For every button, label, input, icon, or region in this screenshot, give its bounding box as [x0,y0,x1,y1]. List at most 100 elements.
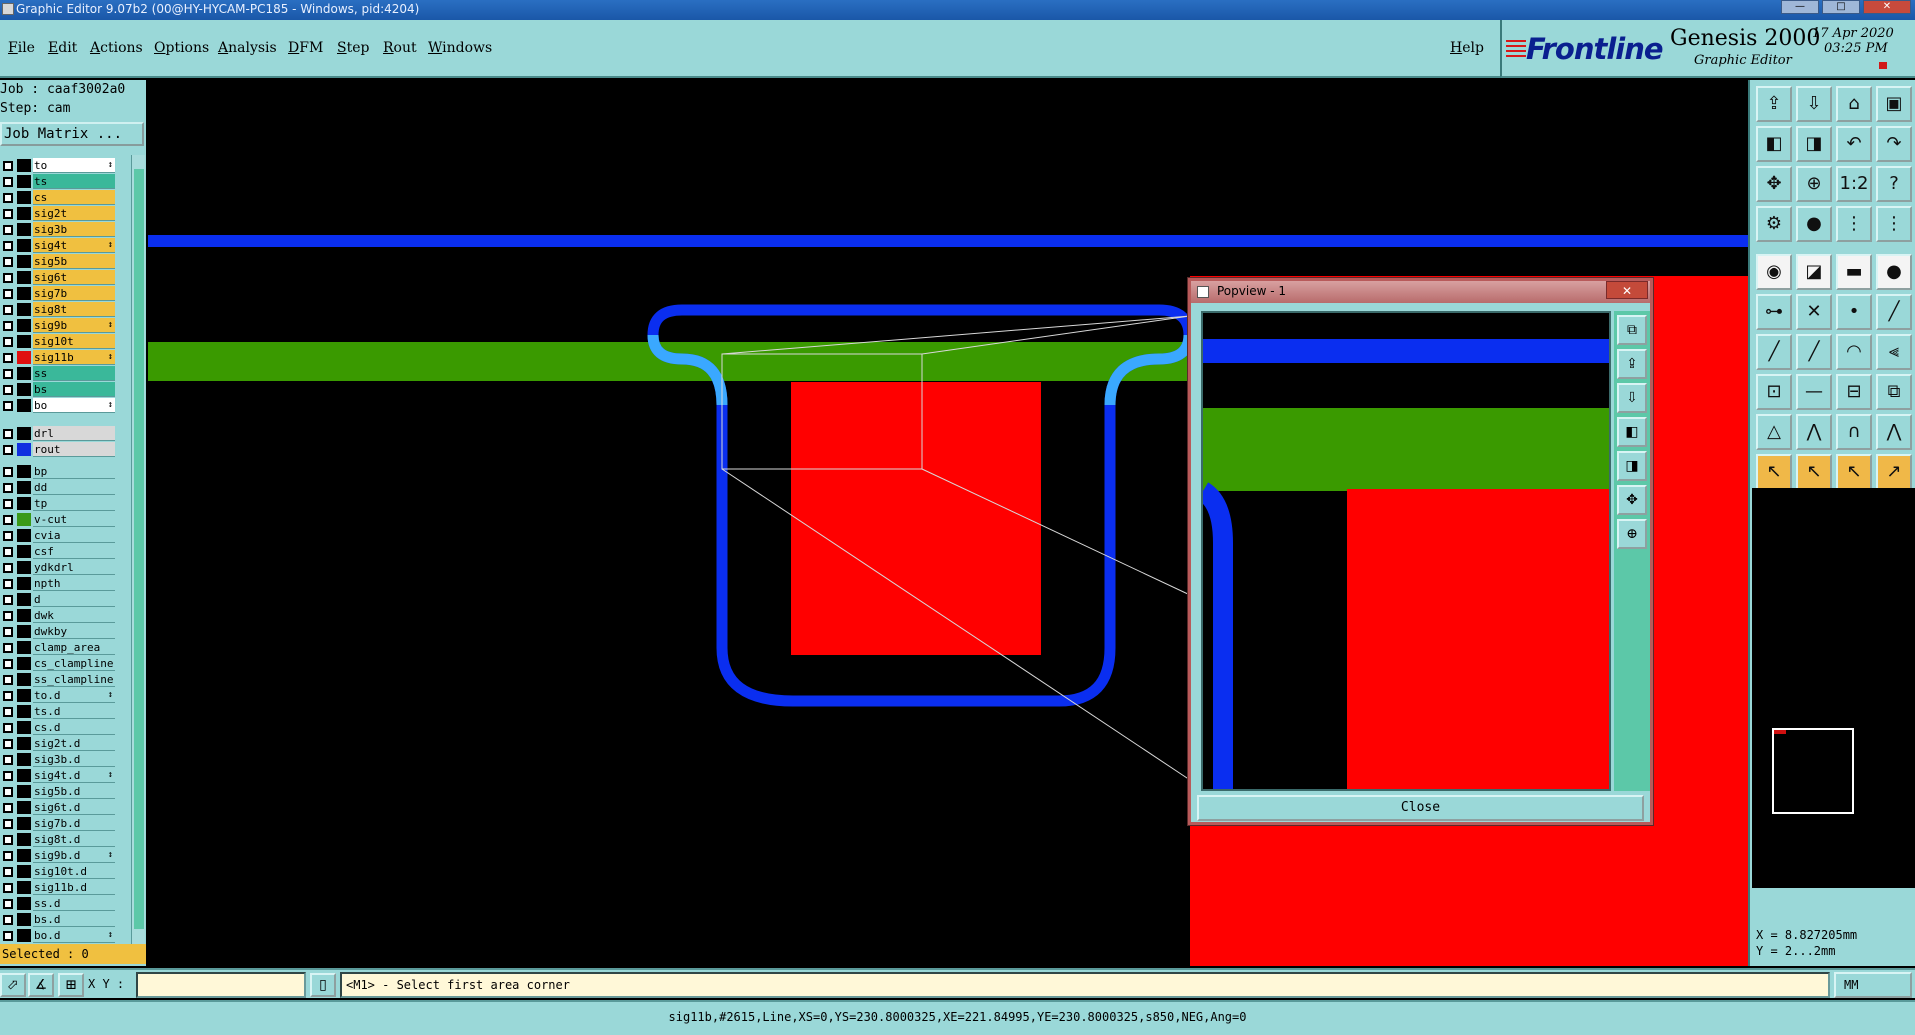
layer-checkbox[interactable] [3,321,13,331]
left-icon[interactable]: ◧ [1756,126,1792,162]
text-icon[interactable]: ⫷ [1876,334,1912,370]
layer-checkbox[interactable] [3,385,13,395]
layer-row-sig6t[interactable]: sig6t [0,270,130,285]
layer-row-sig3b[interactable]: sig3b [0,222,130,237]
layer-row-bs-d[interactable]: bs.d [0,912,130,927]
layer-checkbox[interactable] [3,515,13,525]
layer-checkbox[interactable] [3,161,13,171]
grid-icon[interactable]: ⋮ [1836,206,1872,242]
layer-checkbox[interactable] [3,819,13,829]
layer-checkbox[interactable] [3,915,13,925]
layer-row-sig10t-d[interactable]: sig10t.d [0,864,130,879]
overview-map[interactable] [1752,488,1915,888]
layer-name[interactable]: sig8t.d [33,832,115,847]
layer-checkbox[interactable] [3,611,13,621]
scale-icon[interactable]: 1:2 [1836,166,1872,202]
layer-row-dwk[interactable]: dwk [0,608,130,623]
layer-checkbox[interactable] [3,803,13,813]
house-icon[interactable]: ⌂ [1836,86,1872,122]
layer-name[interactable]: bs.d [33,912,115,927]
info-icon[interactable]: ▯ [310,973,336,997]
layer-checkbox[interactable] [3,547,13,557]
job-matrix-button[interactable]: Job Matrix ... [0,122,144,146]
layer-row-sig8t[interactable]: sig8t [0,302,130,317]
popview-tool-3[interactable]: ◧ [1617,417,1647,447]
select-path-icon[interactable]: ↗ [1876,454,1912,490]
layer-name[interactable]: sig10t [33,334,115,349]
layer-checkbox[interactable] [3,787,13,797]
layer-checkbox[interactable] [3,643,13,653]
connect-icon[interactable]: ⊶ [1756,294,1792,330]
layer-name[interactable]: sig9b [33,318,115,333]
fit-icon[interactable]: ✥ [1756,166,1792,202]
layer-row-to[interactable]: to [0,158,130,173]
maximize-button[interactable]: □ [1822,0,1860,14]
layer-name[interactable]: sig6t.d [33,800,115,815]
xy-input[interactable] [136,972,306,998]
layer-row-sig4t[interactable]: sig4t [0,238,130,253]
layer-checkbox[interactable] [3,369,13,379]
measure-icon[interactable]: ∡ [28,973,54,997]
layer-checkbox[interactable] [3,337,13,347]
layer-name[interactable]: bs [33,382,115,397]
layer-checkbox[interactable] [3,883,13,893]
line-icon[interactable]: ╱ [1876,294,1912,330]
minimize-button[interactable]: — [1781,0,1819,14]
layer-checkbox[interactable] [3,627,13,637]
diag-icon[interactable]: ╱ [1796,334,1832,370]
layer-name[interactable]: sig3b [33,222,115,237]
window-icon[interactable]: ▣ [1876,86,1912,122]
layer-row-ss-d[interactable]: ss.d [0,896,130,911]
layer-name[interactable]: sig10t.d [33,864,115,879]
layer-checkbox[interactable] [3,257,13,267]
layer-name[interactable]: sig5b.d [33,784,115,799]
arch-icon[interactable]: ∩ [1836,414,1872,450]
layer-checkbox[interactable] [3,305,13,315]
layer-name[interactable]: ts [33,174,115,189]
popview-close-button[interactable]: Close [1197,795,1644,821]
center-icon[interactable]: ⊕ [1796,166,1832,202]
triangle-icon[interactable]: △ [1756,414,1792,450]
undo-icon[interactable]: ↶ [1836,126,1872,162]
select-box-icon[interactable]: ↖ [1796,454,1832,490]
layer-name[interactable]: d [33,592,115,607]
layer-row-npth[interactable]: npth [0,576,130,591]
popview-tool-2[interactable]: ⇩ [1617,383,1647,413]
layer-name[interactable]: bo.d [33,928,115,943]
layer-checkbox[interactable] [3,675,13,685]
layer-checkbox[interactable] [3,193,13,203]
layer-checkbox[interactable] [3,691,13,701]
layer-row-sig4t-d[interactable]: sig4t.d [0,768,130,783]
layer-row-sig9b-d[interactable]: sig9b.d [0,848,130,863]
snap-icon[interactable]: ● [1796,206,1832,242]
peak-icon[interactable]: ⋀ [1876,414,1912,450]
layer-name[interactable]: tp [33,496,115,511]
layer-name[interactable]: dd [33,480,115,495]
help-icon[interactable]: ? [1876,166,1912,202]
layer-row-sig6t-d[interactable]: sig6t.d [0,800,130,815]
layer-row-dwkby[interactable]: dwkby [0,624,130,639]
circle-icon[interactable]: ● [1876,254,1912,290]
layer-row-bo-d[interactable]: bo.d [0,928,130,943]
layer-checkbox[interactable] [3,209,13,219]
layer-row-tp[interactable]: tp [0,496,130,511]
layer-checkbox[interactable] [3,531,13,541]
layer-row-cs-d[interactable]: cs.d [0,720,130,735]
ruler-icon[interactable]: ▬ [1836,254,1872,290]
layer-name[interactable]: sig7b [33,286,115,301]
layer-row-sig11b-d[interactable]: sig11b.d [0,880,130,895]
frame-icon[interactable]: ⊟ [1836,374,1872,410]
layer-row-sig8t-d[interactable]: sig8t.d [0,832,130,847]
layer-row-ydkdrl[interactable]: ydkdrl [0,560,130,575]
layer-row-ss-clampline[interactable]: ss_clampline [0,672,130,687]
select-icon[interactable]: ↖ [1756,454,1792,490]
layer-name[interactable]: sig9b.d [33,848,115,863]
menu-windows[interactable]: Windows [428,40,492,56]
layer-row-dd[interactable]: dd [0,480,130,495]
window-close-button[interactable]: ✕ [1863,0,1911,14]
popview-tool-6[interactable]: ⊕ [1617,519,1647,549]
measure-icon[interactable]: ⚙ [1756,206,1792,242]
layer-row-sig11b[interactable]: sig11b [0,350,130,365]
layer-name[interactable]: rout [33,442,115,457]
layer-checkbox[interactable] [3,401,13,411]
